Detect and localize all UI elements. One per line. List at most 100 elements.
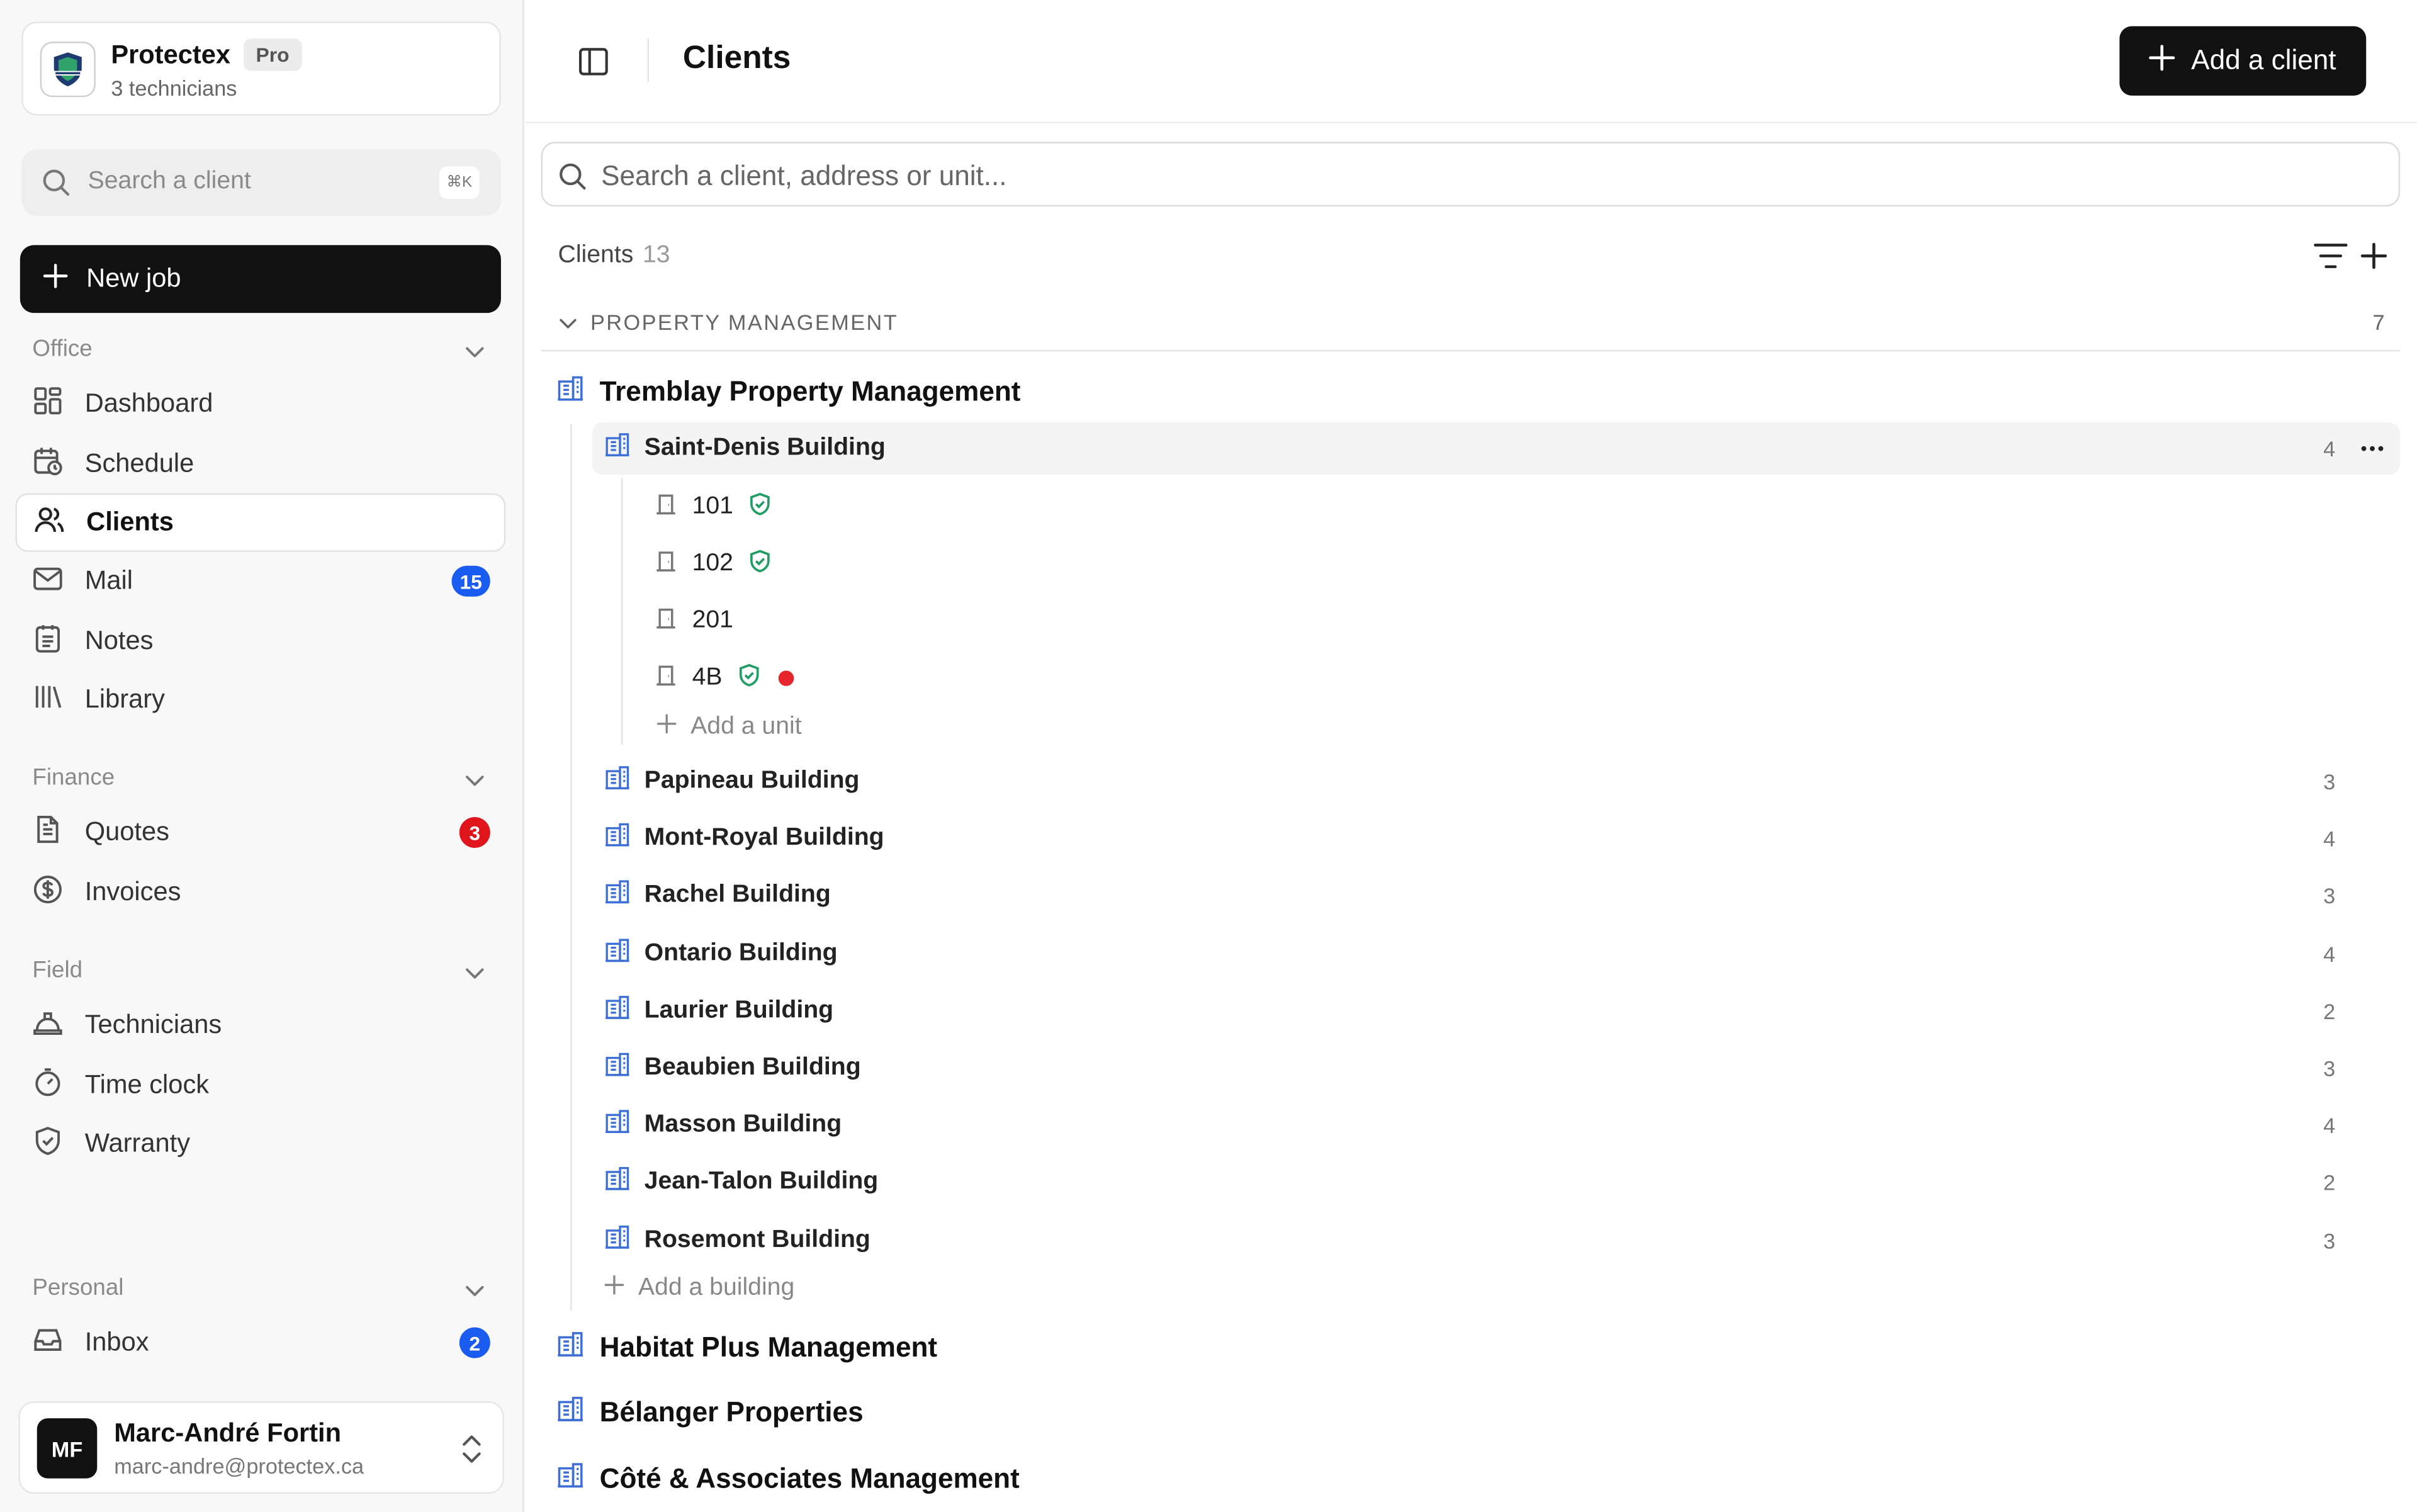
add-unit-button[interactable]: Add a unit xyxy=(656,714,802,742)
sidebar-item-label: Mail xyxy=(84,565,133,595)
client-search-input[interactable]: Search a client, address or unit... xyxy=(541,142,2401,207)
sidebar-item-clients[interactable]: Clients xyxy=(15,493,506,552)
unit-label: 102 xyxy=(692,550,733,577)
building-unit-count: 3 xyxy=(2323,884,2336,909)
sidebar-item-dashboard[interactable]: Dashboard xyxy=(15,375,505,433)
sidebar-search-input[interactable]: Search a client ⌘K xyxy=(21,149,501,216)
org-subtitle: 3 technicians xyxy=(111,76,237,101)
sidebar-item-inbox[interactable]: Inbox 2 xyxy=(15,1314,505,1372)
plus-icon xyxy=(43,262,68,295)
inbox-icon xyxy=(32,1323,63,1362)
building-unit-count: 2 xyxy=(2323,1170,2336,1195)
sidebar-item-quotes[interactable]: Quotes 3 xyxy=(15,803,505,862)
clients-heading-label: Clients xyxy=(558,242,634,269)
section-personal-label: Personal xyxy=(32,1275,124,1301)
mail-icon xyxy=(32,562,63,601)
building-row[interactable]: Mont-Royal Building 4 xyxy=(592,813,2400,865)
chevron-down-icon xyxy=(464,962,485,990)
building-row[interactable]: Ontario Building 4 xyxy=(592,927,2400,979)
building-icon xyxy=(604,1224,631,1258)
unit-label: 201 xyxy=(692,607,733,634)
sidebar-item-mail[interactable]: Mail 15 xyxy=(15,552,505,611)
top-bar: Clients Add a client xyxy=(526,0,2417,123)
section-field-toggle[interactable]: Field xyxy=(32,957,488,991)
sidebar-item-label: Technicians xyxy=(84,1010,222,1039)
unit-row-201[interactable]: 201 xyxy=(653,598,733,644)
sidebar-item-label: Inbox xyxy=(84,1327,149,1357)
stopwatch-icon xyxy=(32,1066,63,1104)
building-name: Rosemont Building xyxy=(644,1226,870,1253)
section-office-toggle[interactable]: Office xyxy=(32,336,488,370)
unit-label: 4B xyxy=(692,664,723,691)
sidebar-item-library[interactable]: Library xyxy=(15,670,505,729)
building-row[interactable]: Rachel Building 3 xyxy=(592,870,2400,922)
building-icon xyxy=(604,1051,631,1085)
section-finance-toggle[interactable]: Finance xyxy=(32,765,488,799)
shortcut-hint: ⌘K xyxy=(439,166,480,199)
sidebar-item-technicians[interactable]: Technicians xyxy=(15,996,505,1054)
divider xyxy=(647,38,650,82)
client-row-habitat-plus[interactable]: Habitat Plus Management xyxy=(556,1324,937,1370)
building-icon xyxy=(556,1460,584,1496)
sidebar-item-schedule[interactable]: Schedule xyxy=(15,435,505,494)
building-name: Rachel Building xyxy=(644,882,831,909)
add-building-button[interactable]: Add a building xyxy=(604,1275,794,1302)
org-name: Protectex xyxy=(111,40,231,70)
sidebar-toggle-icon[interactable] xyxy=(577,45,611,86)
sidebar-item-time-clock[interactable]: Time clock xyxy=(15,1056,505,1115)
client-search-placeholder: Search a client, address or unit... xyxy=(601,160,1007,191)
building-icon xyxy=(604,822,631,856)
clipboard-icon xyxy=(32,622,63,660)
inbox-count-badge: 2 xyxy=(459,1327,490,1358)
building-name: Saint-Denis Building xyxy=(644,434,886,461)
group-property-management[interactable]: PROPERTY MANAGEMENT 7 xyxy=(541,305,2401,352)
unit-label: 101 xyxy=(692,493,733,520)
building-row[interactable]: Laurier Building 2 xyxy=(592,984,2400,1037)
building-row[interactable]: Beaubien Building 3 xyxy=(592,1042,2400,1095)
client-row-belanger[interactable]: Bélanger Properties xyxy=(556,1389,864,1435)
plan-badge: Pro xyxy=(243,38,302,71)
client-row-tremblay[interactable]: Tremblay Property Management xyxy=(556,368,1020,414)
unit-row-101[interactable]: 101 xyxy=(653,484,772,530)
sidebar-item-label: Warranty xyxy=(84,1128,191,1158)
door-icon xyxy=(653,548,678,580)
sidebar-item-label: Dashboard xyxy=(84,388,213,418)
building-icon xyxy=(604,765,631,799)
more-horizontal-icon[interactable] xyxy=(2360,438,2384,468)
unit-row-4b[interactable]: 4B xyxy=(653,655,794,701)
add-client-button[interactable]: Add a client xyxy=(2119,26,2367,96)
sidebar-item-label: Library xyxy=(84,684,165,714)
chevron-down-icon xyxy=(464,769,485,797)
sidebar-search-placeholder: Search a client xyxy=(87,167,251,195)
building-row-saint-denis[interactable]: Saint-Denis Building 4 xyxy=(592,422,2401,475)
user-menu[interactable]: MF Marc-André Fortin marc-andre@protecte… xyxy=(18,1401,504,1494)
warranty-shield-icon xyxy=(747,548,772,580)
client-name: Bélanger Properties xyxy=(599,1396,864,1427)
unit-row-102[interactable]: 102 xyxy=(653,541,772,587)
add-group-plus-icon[interactable] xyxy=(2360,242,2387,277)
sidebar-item-notes[interactable]: Notes xyxy=(15,612,505,670)
filter-icon[interactable] xyxy=(2314,242,2348,277)
document-icon xyxy=(32,813,63,852)
building-row[interactable]: Jean-Talon Building 2 xyxy=(592,1157,2400,1209)
new-job-button[interactable]: New job xyxy=(20,245,501,313)
client-row-cote-associates[interactable]: Côté & Associates Management xyxy=(556,1455,1020,1501)
sidebar-item-invoices[interactable]: Invoices xyxy=(15,863,505,922)
quotes-count-badge: 3 xyxy=(459,816,490,848)
sidebar-item-label: Clients xyxy=(86,507,174,537)
org-switcher[interactable]: Protectex Pro 3 technicians xyxy=(21,21,501,116)
new-job-label: New job xyxy=(86,263,181,293)
sidebar-item-warranty[interactable]: Warranty xyxy=(15,1115,505,1173)
sidebar-item-label: Schedule xyxy=(84,448,194,478)
avatar: MF xyxy=(37,1418,98,1479)
building-row[interactable]: Masson Building 4 xyxy=(592,1100,2400,1152)
mail-count-badge: 15 xyxy=(451,565,490,597)
building-unit-count: 2 xyxy=(2323,998,2336,1024)
building-row[interactable]: Rosemont Building 3 xyxy=(592,1214,2400,1267)
plus-icon xyxy=(656,714,677,742)
building-row[interactable]: Papineau Building 3 xyxy=(592,755,2400,808)
chevron-down-icon xyxy=(464,1280,485,1307)
client-name: Habitat Plus Management xyxy=(599,1331,938,1362)
hard-hat-icon xyxy=(32,1006,63,1044)
section-personal-toggle[interactable]: Personal xyxy=(32,1275,488,1309)
